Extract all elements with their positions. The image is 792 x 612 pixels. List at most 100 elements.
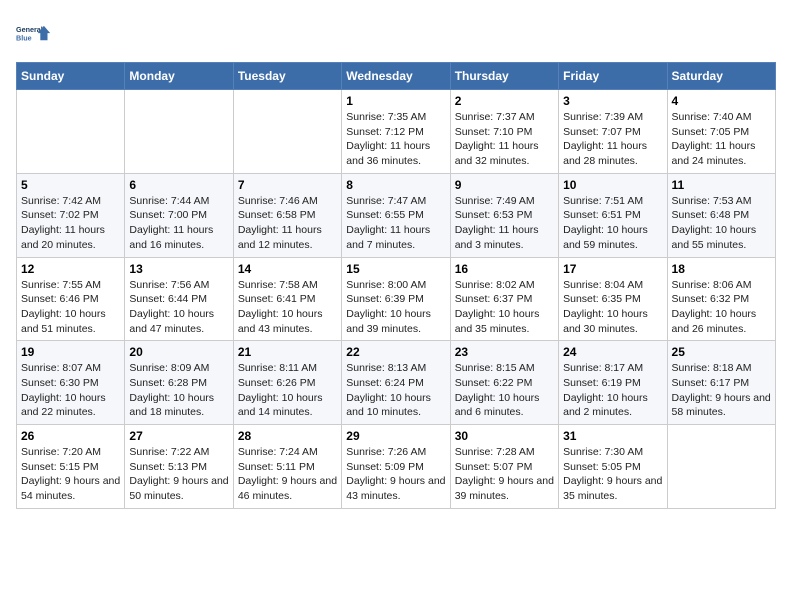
day-number: 17: [563, 262, 662, 276]
day-info: Sunrise: 7:20 AM Sunset: 5:15 PM Dayligh…: [21, 445, 120, 504]
day-number: 4: [672, 94, 771, 108]
calendar-cell: 25 Sunrise: 8:18 AM Sunset: 6:17 PM Dayli…: [667, 341, 775, 425]
weekday-header-sunday: Sunday: [17, 63, 125, 90]
day-info: Sunrise: 7:55 AM Sunset: 6:46 PM Dayligh…: [21, 278, 120, 337]
day-info: Sunrise: 7:26 AM Sunset: 5:09 PM Dayligh…: [346, 445, 445, 504]
calendar-cell: 15 Sunrise: 8:00 AM Sunset: 6:39 PM Dayli…: [342, 257, 450, 341]
calendar-cell: 10 Sunrise: 7:51 AM Sunset: 6:51 PM Dayli…: [559, 173, 667, 257]
day-info: Sunrise: 8:06 AM Sunset: 6:32 PM Dayligh…: [672, 278, 771, 337]
day-number: 13: [129, 262, 228, 276]
day-number: 18: [672, 262, 771, 276]
calendar-cell: 19 Sunrise: 8:07 AM Sunset: 6:30 PM Dayli…: [17, 341, 125, 425]
calendar-cell: 12 Sunrise: 7:55 AM Sunset: 6:46 PM Dayli…: [17, 257, 125, 341]
calendar-week-row: 19 Sunrise: 8:07 AM Sunset: 6:30 PM Dayli…: [17, 341, 776, 425]
day-info: Sunrise: 7:30 AM Sunset: 5:05 PM Dayligh…: [563, 445, 662, 504]
calendar-cell: 21 Sunrise: 8:11 AM Sunset: 6:26 PM Dayli…: [233, 341, 341, 425]
day-info: Sunrise: 8:17 AM Sunset: 6:19 PM Dayligh…: [563, 361, 662, 420]
calendar-cell: [667, 425, 775, 509]
calendar-cell: [17, 90, 125, 174]
calendar-cell: 14 Sunrise: 7:58 AM Sunset: 6:41 PM Dayli…: [233, 257, 341, 341]
day-info: Sunrise: 7:40 AM Sunset: 7:05 PM Dayligh…: [672, 110, 771, 169]
day-info: Sunrise: 7:28 AM Sunset: 5:07 PM Dayligh…: [455, 445, 554, 504]
day-number: 5: [21, 178, 120, 192]
day-number: 12: [21, 262, 120, 276]
calendar-cell: 28Sunrise: 7:24 AM Sunset: 5:11 PM Dayli…: [233, 425, 341, 509]
day-number: 7: [238, 178, 337, 192]
day-number: 25: [672, 345, 771, 359]
day-info: Sunrise: 7:58 AM Sunset: 6:41 PM Dayligh…: [238, 278, 337, 337]
day-number: 3: [563, 94, 662, 108]
logo: GeneralBlue: [16, 16, 52, 52]
calendar-cell: 11 Sunrise: 7:53 AM Sunset: 6:48 PM Dayli…: [667, 173, 775, 257]
calendar-cell: 27Sunrise: 7:22 AM Sunset: 5:13 PM Dayli…: [125, 425, 233, 509]
day-number: 20: [129, 345, 228, 359]
day-number: 21: [238, 345, 337, 359]
calendar-cell: 8 Sunrise: 7:47 AM Sunset: 6:55 PM Daylig…: [342, 173, 450, 257]
day-info: Sunrise: 7:53 AM Sunset: 6:48 PM Dayligh…: [672, 194, 771, 253]
weekday-header-thursday: Thursday: [450, 63, 558, 90]
calendar-cell: 22Sunrise: 8:13 AM Sunset: 6:24 PM Dayli…: [342, 341, 450, 425]
calendar-cell: 29 Sunrise: 7:26 AM Sunset: 5:09 PM Dayli…: [342, 425, 450, 509]
calendar-week-row: 5 Sunrise: 7:42 AM Sunset: 7:02 PM Daylig…: [17, 173, 776, 257]
day-number: 19: [21, 345, 120, 359]
day-info: Sunrise: 7:35 AM Sunset: 7:12 PM Dayligh…: [346, 110, 445, 169]
day-info: Sunrise: 7:46 AM Sunset: 6:58 PM Dayligh…: [238, 194, 337, 253]
day-number: 1: [346, 94, 445, 108]
day-number: 23: [455, 345, 554, 359]
weekday-header-monday: Monday: [125, 63, 233, 90]
calendar-cell: 5 Sunrise: 7:42 AM Sunset: 7:02 PM Daylig…: [17, 173, 125, 257]
calendar-cell: 3Sunrise: 7:39 AM Sunset: 7:07 PM Daylig…: [559, 90, 667, 174]
day-number: 16: [455, 262, 554, 276]
weekday-header-saturday: Saturday: [667, 63, 775, 90]
day-number: 10: [563, 178, 662, 192]
day-number: 15: [346, 262, 445, 276]
day-info: Sunrise: 8:04 AM Sunset: 6:35 PM Dayligh…: [563, 278, 662, 337]
calendar-week-row: 1 Sunrise: 7:35 AM Sunset: 7:12 PM Daylig…: [17, 90, 776, 174]
calendar-cell: 17 Sunrise: 8:04 AM Sunset: 6:35 PM Dayli…: [559, 257, 667, 341]
weekday-header-wednesday: Wednesday: [342, 63, 450, 90]
calendar-cell: 2Sunrise: 7:37 AM Sunset: 7:10 PM Daylig…: [450, 90, 558, 174]
day-info: Sunrise: 7:56 AM Sunset: 6:44 PM Dayligh…: [129, 278, 228, 337]
day-info: Sunrise: 7:42 AM Sunset: 7:02 PM Dayligh…: [21, 194, 120, 253]
day-info: Sunrise: 8:15 AM Sunset: 6:22 PM Dayligh…: [455, 361, 554, 420]
calendar-table: SundayMondayTuesdayWednesdayThursdayFrid…: [16, 62, 776, 509]
logo-icon: GeneralBlue: [16, 16, 52, 52]
day-info: Sunrise: 7:47 AM Sunset: 6:55 PM Dayligh…: [346, 194, 445, 253]
day-number: 11: [672, 178, 771, 192]
calendar-week-row: 12 Sunrise: 7:55 AM Sunset: 6:46 PM Dayli…: [17, 257, 776, 341]
calendar-cell: 6Sunrise: 7:44 AM Sunset: 7:00 PM Daylig…: [125, 173, 233, 257]
page-header: GeneralBlue: [16, 16, 776, 52]
day-number: 26: [21, 429, 120, 443]
day-number: 14: [238, 262, 337, 276]
calendar-cell: [233, 90, 341, 174]
day-info: Sunrise: 7:44 AM Sunset: 7:00 PM Dayligh…: [129, 194, 228, 253]
calendar-cell: 20 Sunrise: 8:09 AM Sunset: 6:28 PM Dayli…: [125, 341, 233, 425]
day-info: Sunrise: 7:37 AM Sunset: 7:10 PM Dayligh…: [455, 110, 554, 169]
day-info: Sunrise: 7:49 AM Sunset: 6:53 PM Dayligh…: [455, 194, 554, 253]
calendar-cell: 7 Sunrise: 7:46 AM Sunset: 6:58 PM Daylig…: [233, 173, 341, 257]
day-number: 30: [455, 429, 554, 443]
day-info: Sunrise: 8:00 AM Sunset: 6:39 PM Dayligh…: [346, 278, 445, 337]
calendar-cell: 18 Sunrise: 8:06 AM Sunset: 6:32 PM Dayli…: [667, 257, 775, 341]
svg-text:Blue: Blue: [16, 33, 32, 42]
calendar-cell: 24Sunrise: 8:17 AM Sunset: 6:19 PM Dayli…: [559, 341, 667, 425]
day-info: Sunrise: 8:11 AM Sunset: 6:26 PM Dayligh…: [238, 361, 337, 420]
calendar-cell: 13 Sunrise: 7:56 AM Sunset: 6:44 PM Dayli…: [125, 257, 233, 341]
day-number: 28: [238, 429, 337, 443]
day-number: 22: [346, 345, 445, 359]
day-number: 9: [455, 178, 554, 192]
day-number: 8: [346, 178, 445, 192]
calendar-cell: [125, 90, 233, 174]
weekday-header-tuesday: Tuesday: [233, 63, 341, 90]
calendar-week-row: 26 Sunrise: 7:20 AM Sunset: 5:15 PM Dayli…: [17, 425, 776, 509]
day-info: Sunrise: 8:07 AM Sunset: 6:30 PM Dayligh…: [21, 361, 120, 420]
day-number: 27: [129, 429, 228, 443]
day-info: Sunrise: 8:09 AM Sunset: 6:28 PM Dayligh…: [129, 361, 228, 420]
weekday-header-friday: Friday: [559, 63, 667, 90]
day-info: Sunrise: 7:51 AM Sunset: 6:51 PM Dayligh…: [563, 194, 662, 253]
weekday-header-row: SundayMondayTuesdayWednesdayThursdayFrid…: [17, 63, 776, 90]
day-info: Sunrise: 8:18 AM Sunset: 6:17 PM Dayligh…: [672, 361, 771, 420]
day-number: 29: [346, 429, 445, 443]
calendar-cell: 30 Sunrise: 7:28 AM Sunset: 5:07 PM Dayli…: [450, 425, 558, 509]
day-number: 31: [563, 429, 662, 443]
